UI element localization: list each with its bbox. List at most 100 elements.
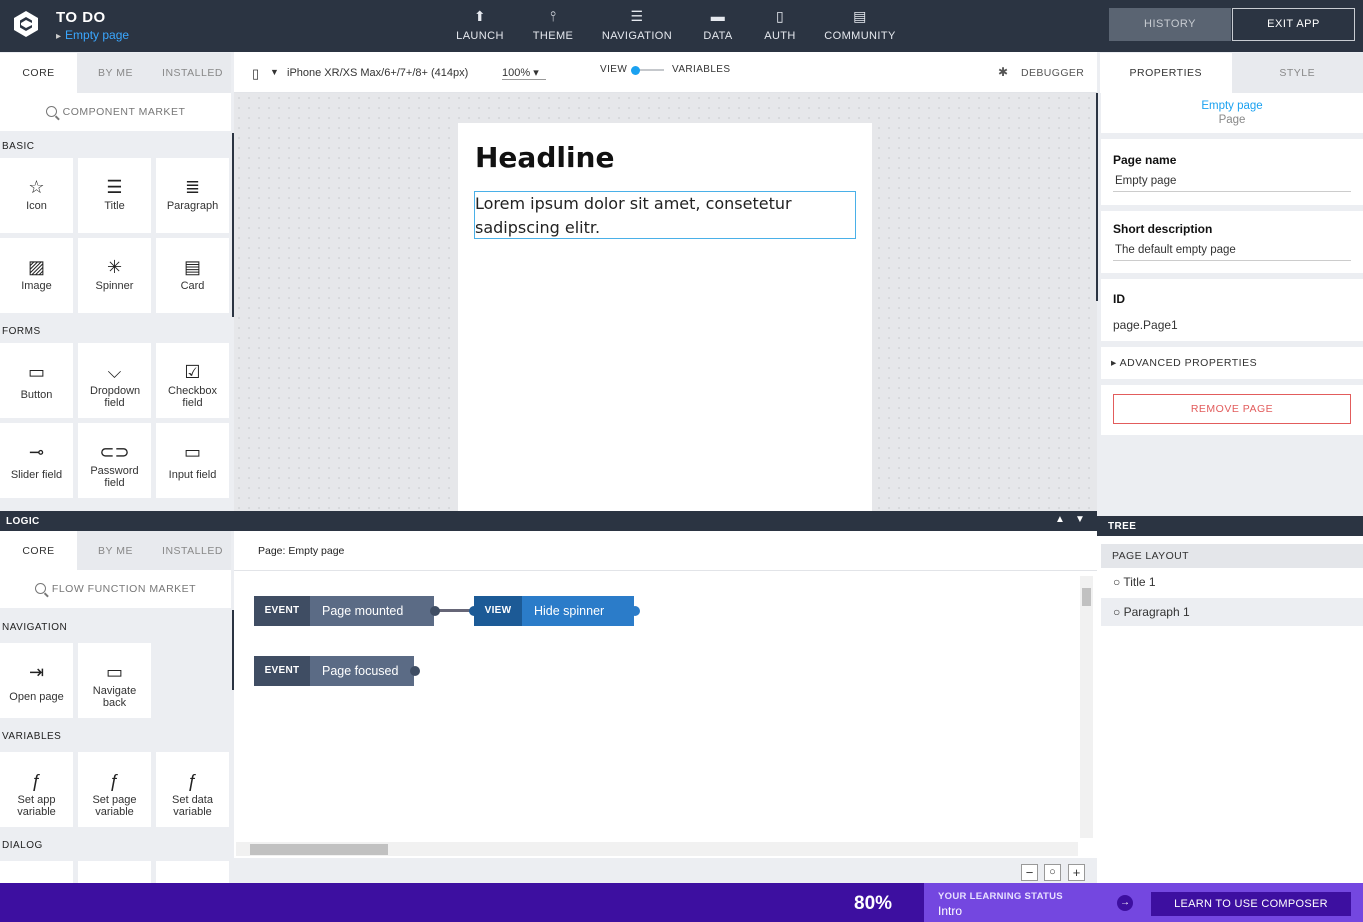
remove-page-button[interactable]: REMOVE PAGE — [1113, 394, 1351, 424]
tree-item-title[interactable]: ○ Title 1 — [1101, 569, 1363, 596]
zoom-in-icon[interactable]: + — [1068, 864, 1085, 881]
flow-function-search[interactable]: FLOW FUNCTION MARKET — [0, 570, 231, 608]
event-node-page-mounted[interactable]: EVENT Page mounted — [254, 596, 434, 626]
variable-icon: ƒ — [187, 771, 198, 791]
image-icon: ▨ — [27, 257, 45, 277]
node-circle-icon: ○ — [1113, 575, 1124, 589]
exit-app-button[interactable]: EXIT APP — [1232, 8, 1355, 41]
function-set-app-variable[interactable]: ƒ Set app variable — [0, 752, 73, 827]
caret-up-icon[interactable]: ▲ — [1055, 514, 1065, 525]
view-node-hide-spinner[interactable]: VIEW Hide spinner — [474, 596, 634, 626]
zoom-reset-icon[interactable]: ○ — [1044, 864, 1061, 881]
function-set-page-variable[interactable]: ƒ Set page variable — [78, 752, 151, 827]
component-title[interactable]: ☰ Title — [78, 158, 151, 233]
id-card: ID page.Page1 — [1101, 279, 1363, 341]
paragraph-icon: ≣ — [184, 177, 201, 197]
short-description-card: Short description The default empty page — [1101, 211, 1363, 273]
phone-preview — [458, 123, 872, 511]
zoom-select[interactable]: 100% ▾ — [502, 66, 546, 80]
logic-tab-installed[interactable]: INSTALLED — [154, 531, 231, 571]
function-navigate-back[interactable]: ▭ Navigate back — [78, 643, 151, 718]
output-port[interactable] — [410, 666, 420, 676]
component-dropdown[interactable]: ⌵ Dropdown field — [78, 343, 151, 418]
slider-icon: ⊸ — [28, 442, 45, 462]
page-name-label: Page name — [1113, 153, 1177, 167]
short-description-label: Short description — [1113, 222, 1213, 236]
input-port[interactable] — [469, 606, 479, 616]
output-port[interactable] — [630, 606, 640, 616]
component-icon[interactable]: ☆ Icon — [0, 158, 73, 233]
selected-page-link[interactable]: Empty page — [1101, 100, 1363, 112]
function-set-data-variable[interactable]: ƒ Set data variable — [156, 752, 229, 827]
canvas-scrollbar[interactable] — [1096, 93, 1098, 301]
nav-navigation[interactable]: ☰ NAVIGATION — [592, 8, 682, 42]
arrow-right-icon[interactable]: → — [1117, 895, 1133, 911]
tab-properties[interactable]: PROPERTIES — [1100, 53, 1232, 93]
view-label: VIEW — [600, 64, 628, 75]
current-page-link[interactable]: Empty page — [56, 28, 129, 42]
logic-tab-core[interactable]: CORE — [0, 531, 77, 571]
component-market-search[interactable]: COMPONENT MARKET — [0, 93, 231, 131]
search-icon — [45, 106, 57, 117]
flow-vertical-scrollbar[interactable] — [1080, 576, 1093, 838]
component-slider[interactable]: ⊸ Slider field — [0, 423, 73, 498]
component-spinner[interactable]: ✳ Spinner — [78, 238, 151, 313]
id-label: ID — [1113, 292, 1125, 306]
advanced-properties-toggle[interactable]: ▸ ADVANCED PROPERTIES — [1101, 347, 1363, 379]
zoom-out-icon[interactable]: − — [1021, 864, 1038, 881]
logo-icon[interactable] — [12, 10, 40, 38]
selected-element-card: Empty page Page — [1101, 93, 1363, 133]
open-page-icon: ⇥ — [28, 662, 45, 682]
component-password[interactable]: ⊂⊃ Password field — [78, 423, 151, 498]
button-icon: ▭ — [27, 362, 45, 382]
tree-item-paragraph[interactable]: ○ Paragraph 1 — [1101, 598, 1363, 626]
component-button[interactable]: ▭ Button — [0, 343, 73, 418]
nav-theme[interactable]: ⫯ THEME — [508, 8, 598, 42]
history-button[interactable]: HISTORY — [1109, 8, 1231, 41]
component-card[interactable]: ▤ Card — [156, 238, 229, 313]
navigation-icon: ☰ — [630, 8, 644, 24]
tree-page-layout[interactable]: PAGE LAYOUT — [1101, 544, 1363, 568]
bug-icon: ✱ — [998, 65, 1009, 79]
page-name-field[interactable]: Empty page — [1113, 175, 1351, 192]
toggle-knob[interactable] — [631, 66, 640, 75]
section-navigation: NAVIGATION — [2, 622, 68, 633]
canvas-paragraph[interactable]: Lorem ipsum dolor sit amet, consetetur s… — [474, 191, 856, 239]
learn-composer-button[interactable]: LEARN TO USE COMPOSER — [1151, 892, 1351, 916]
variable-icon: ƒ — [109, 771, 120, 791]
remove-page-card: REMOVE PAGE — [1101, 385, 1363, 435]
scroll-thumb[interactable] — [1082, 588, 1091, 606]
component-checkbox[interactable]: ☑ Checkbox field — [156, 343, 229, 418]
dropdown-icon: ⌵ — [107, 362, 122, 382]
section-dialog: DIALOG — [2, 840, 43, 851]
component-image[interactable]: ▨ Image — [0, 238, 73, 313]
short-description-field[interactable]: The default empty page — [1113, 244, 1351, 261]
device-select[interactable]: iPhone XR/XS Max/6+/7+/8+ (414px) — [287, 67, 468, 79]
nav-community[interactable]: ▤ COMMUNITY — [815, 8, 905, 42]
checkbox-icon: ☑ — [184, 362, 201, 382]
scroll-thumb[interactable] — [250, 844, 388, 855]
tab-core[interactable]: CORE — [0, 53, 77, 93]
logic-tab-by-me[interactable]: BY ME — [77, 531, 154, 571]
tab-by-me[interactable]: BY ME — [77, 53, 154, 93]
canvas-headline[interactable]: Headline — [475, 141, 614, 174]
caret-down-icon[interactable]: ▼ — [1075, 514, 1085, 525]
function-open-page[interactable]: ⇥ Open page — [0, 643, 73, 718]
learning-status-value: Intro — [938, 904, 963, 918]
event-node-page-focused[interactable]: EVENT Page focused — [254, 656, 414, 686]
flow-horizontal-scrollbar[interactable] — [236, 842, 1078, 856]
function-dialog-2[interactable] — [78, 861, 151, 883]
output-port[interactable] — [430, 606, 440, 616]
function-dialog-3[interactable] — [156, 861, 229, 883]
function-dialog-1[interactable] — [0, 861, 73, 883]
zoom-controls-bar — [234, 858, 1097, 883]
nav-auth[interactable]: ▯ AUTH — [735, 8, 825, 42]
app-title: TO DO — [56, 9, 106, 26]
tab-style[interactable]: STYLE — [1232, 53, 1363, 93]
logic-bar: LOGIC ▲ ▼ — [0, 511, 1097, 531]
chevron-down-icon[interactable]: ▼ — [270, 67, 279, 77]
component-paragraph[interactable]: ≣ Paragraph — [156, 158, 229, 233]
debugger-button[interactable]: DEBUGGER — [1021, 67, 1084, 79]
tab-installed[interactable]: INSTALLED — [154, 53, 231, 93]
component-input[interactable]: ▭ Input field — [156, 423, 229, 498]
